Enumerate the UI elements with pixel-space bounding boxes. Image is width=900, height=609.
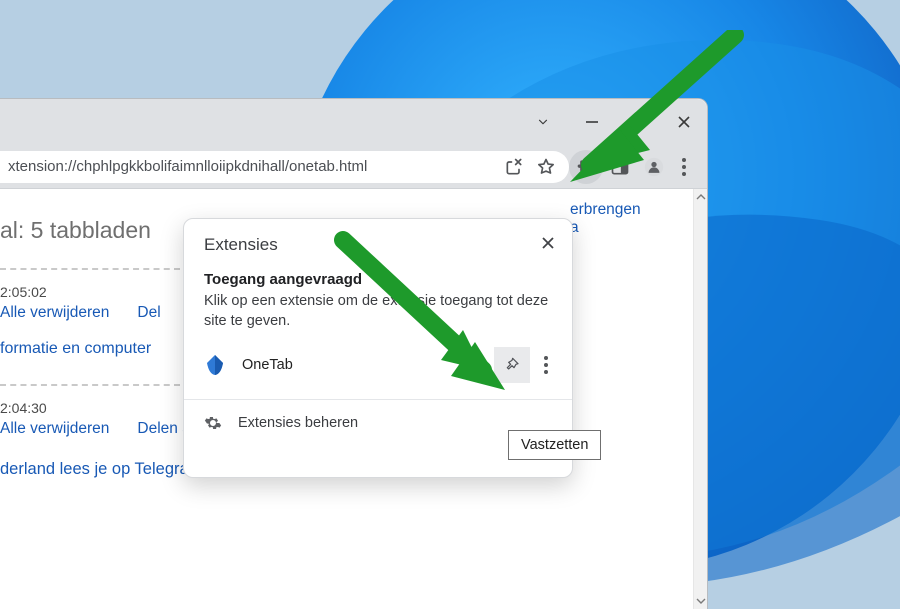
address-text: xtension://chphlpgkkbolifaimnlloiipkdnih… (8, 158, 367, 175)
annotation-arrow (323, 230, 543, 430)
annotation-arrow (550, 30, 750, 210)
remove-all-link[interactable]: Alle verwijderen (0, 420, 109, 438)
gear-icon (204, 414, 222, 432)
pin-tooltip: Vastzetten (508, 430, 601, 460)
tab-link[interactable]: formatie en computer (0, 340, 151, 357)
onetab-icon (204, 355, 226, 375)
vertical-scrollbar[interactable] (693, 189, 707, 609)
share-icon[interactable] (501, 151, 527, 183)
address-bar[interactable]: xtension://chphlpgkkbolifaimnlloiipkdnih… (0, 151, 569, 183)
scroll-down-icon[interactable] (694, 593, 708, 609)
remove-all-link[interactable]: Alle verwijderen (0, 304, 109, 322)
partial-link[interactable]: Del (137, 304, 160, 322)
